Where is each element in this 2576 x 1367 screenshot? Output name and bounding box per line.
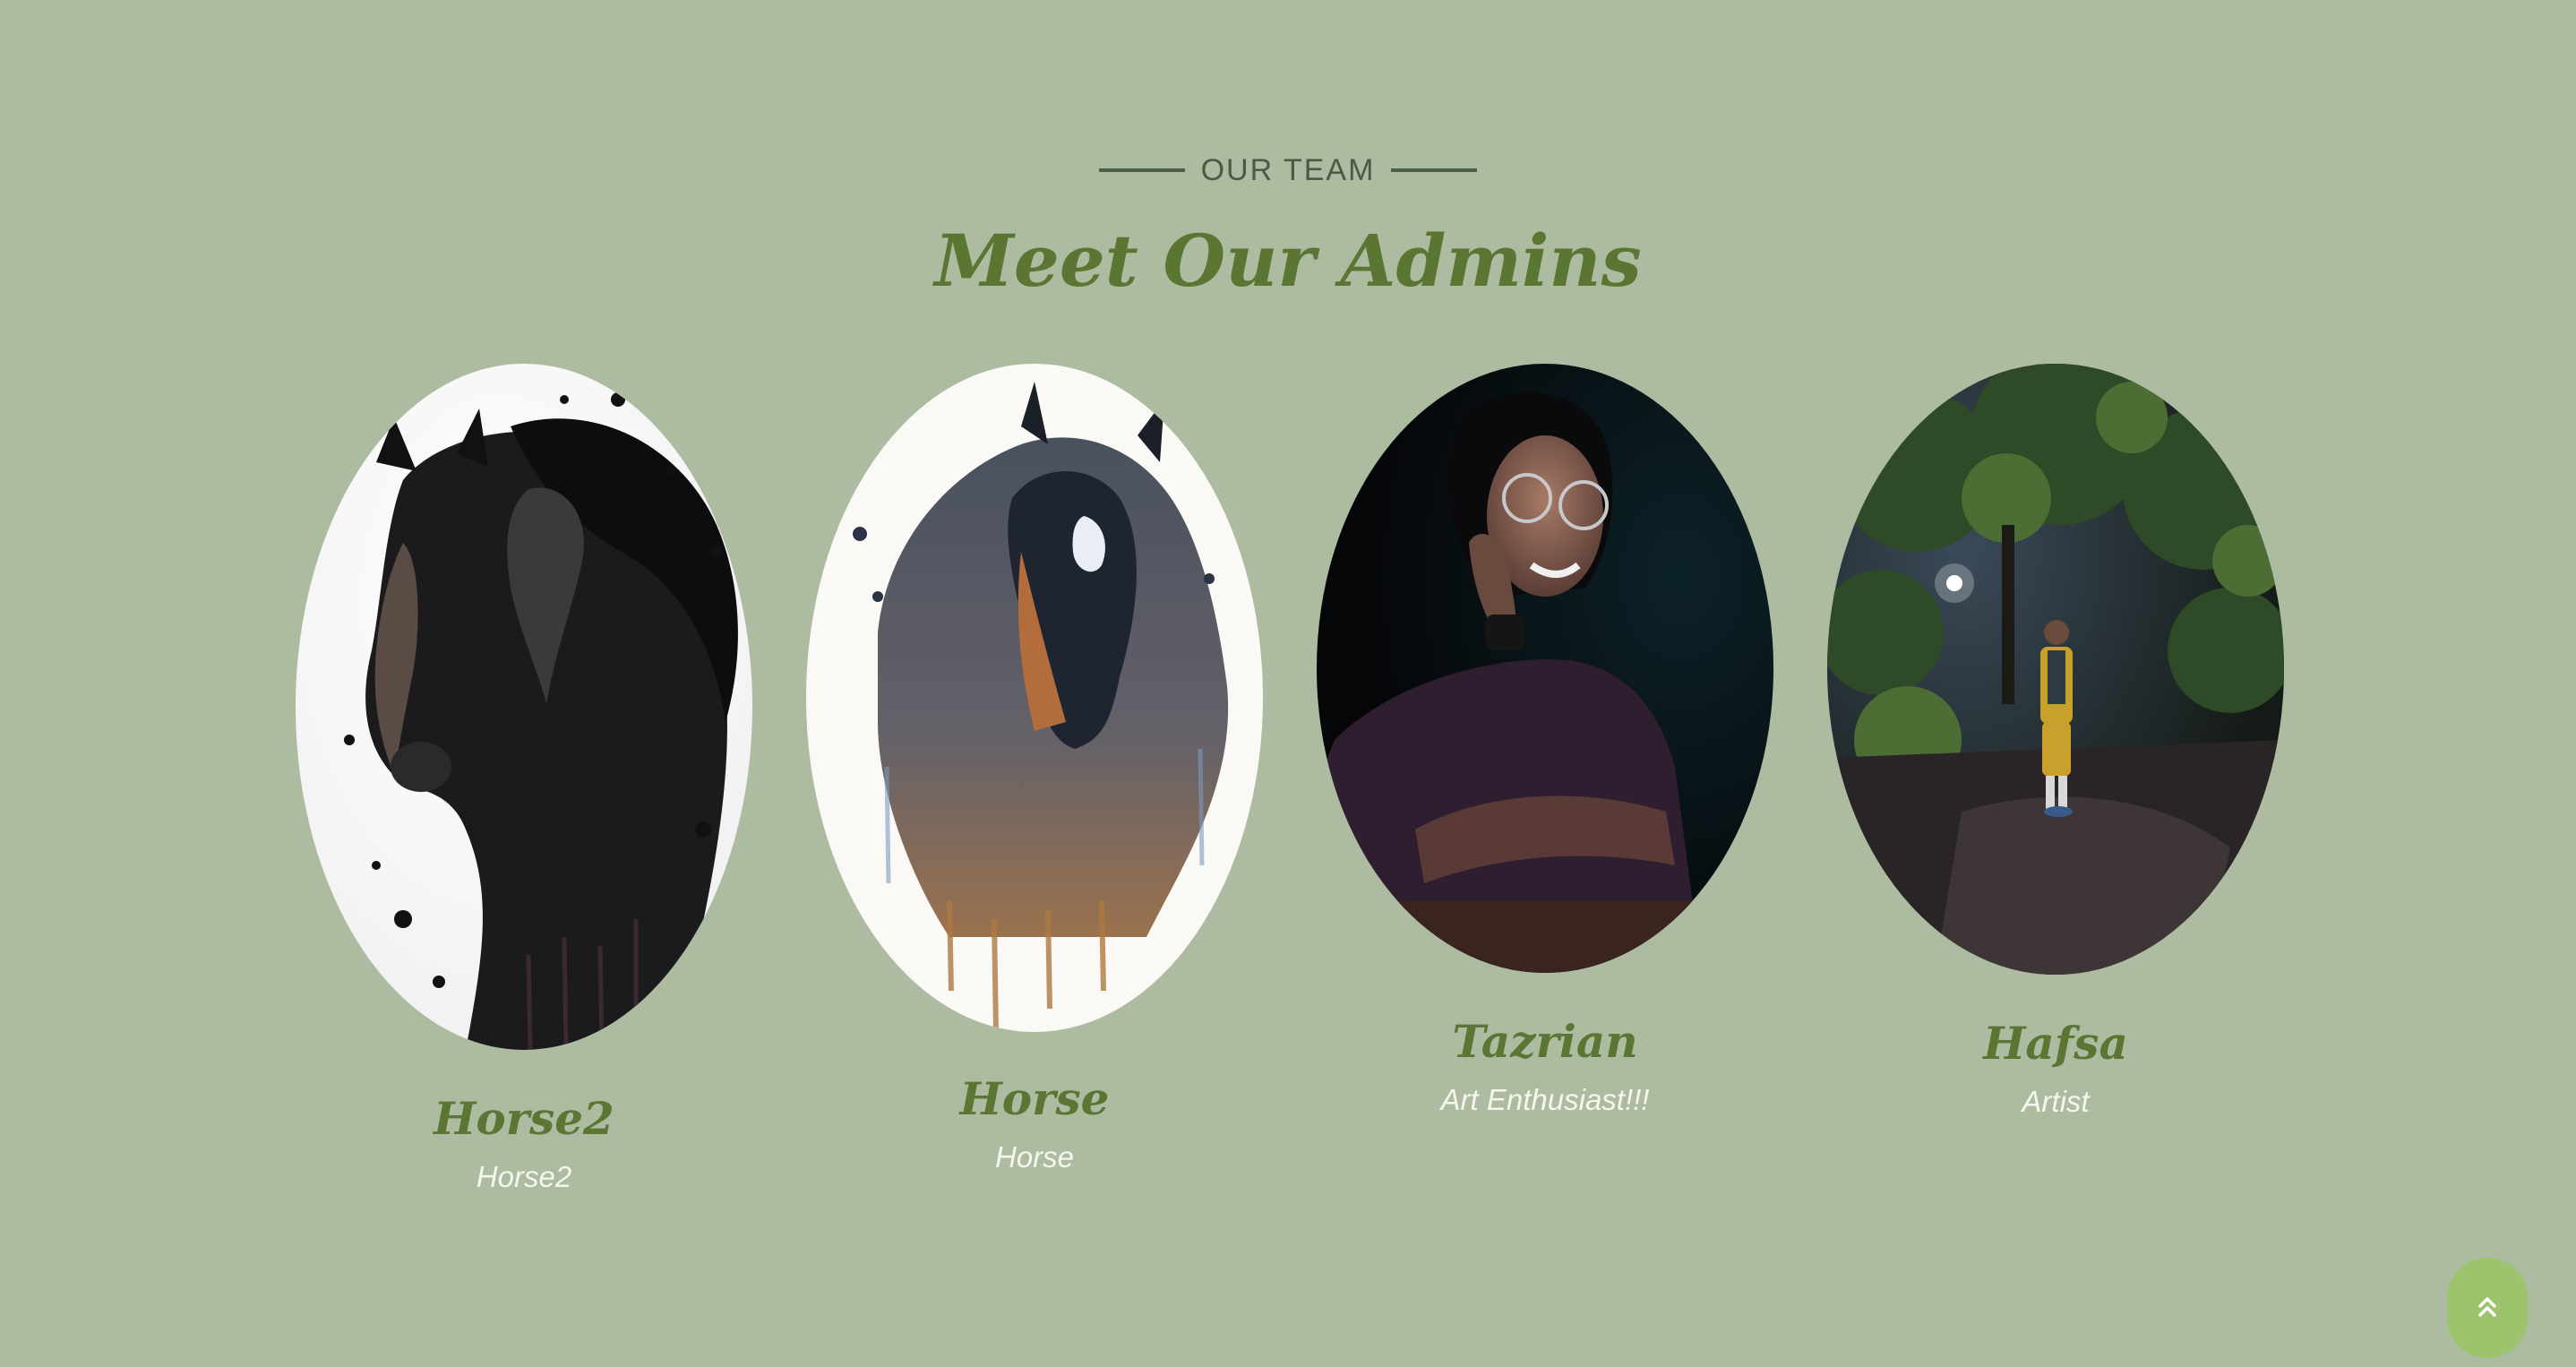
back-to-top-button[interactable] [2447, 1258, 2528, 1358]
section-title: Meet Our Admins [934, 219, 1642, 303]
section-eyebrow: OUR TEAM [0, 149, 2576, 192]
member-photo [1317, 364, 1773, 973]
member-name: Tazrian [1452, 1015, 1638, 1068]
member-photo [1827, 364, 2284, 975]
member-photo [806, 364, 1263, 1032]
member-name: Horse [959, 1072, 1110, 1125]
member-photo [296, 364, 752, 1050]
member-role: Art Enthusiast!!! [1440, 1083, 1650, 1116]
eyebrow-right-line [1391, 168, 1478, 172]
double-chevron-up-icon [2477, 1292, 2498, 1325]
eyebrow-text: OUR TEAM [1200, 153, 1376, 187]
eyebrow-left-line [1098, 168, 1185, 172]
member-name: Hafsa [1983, 1017, 2128, 1070]
member-name: Horse2 [434, 1092, 614, 1145]
member-role: Artist [2022, 1085, 2090, 1118]
member-role: Horse2 [476, 1160, 572, 1193]
member-role: Horse [994, 1140, 1075, 1174]
